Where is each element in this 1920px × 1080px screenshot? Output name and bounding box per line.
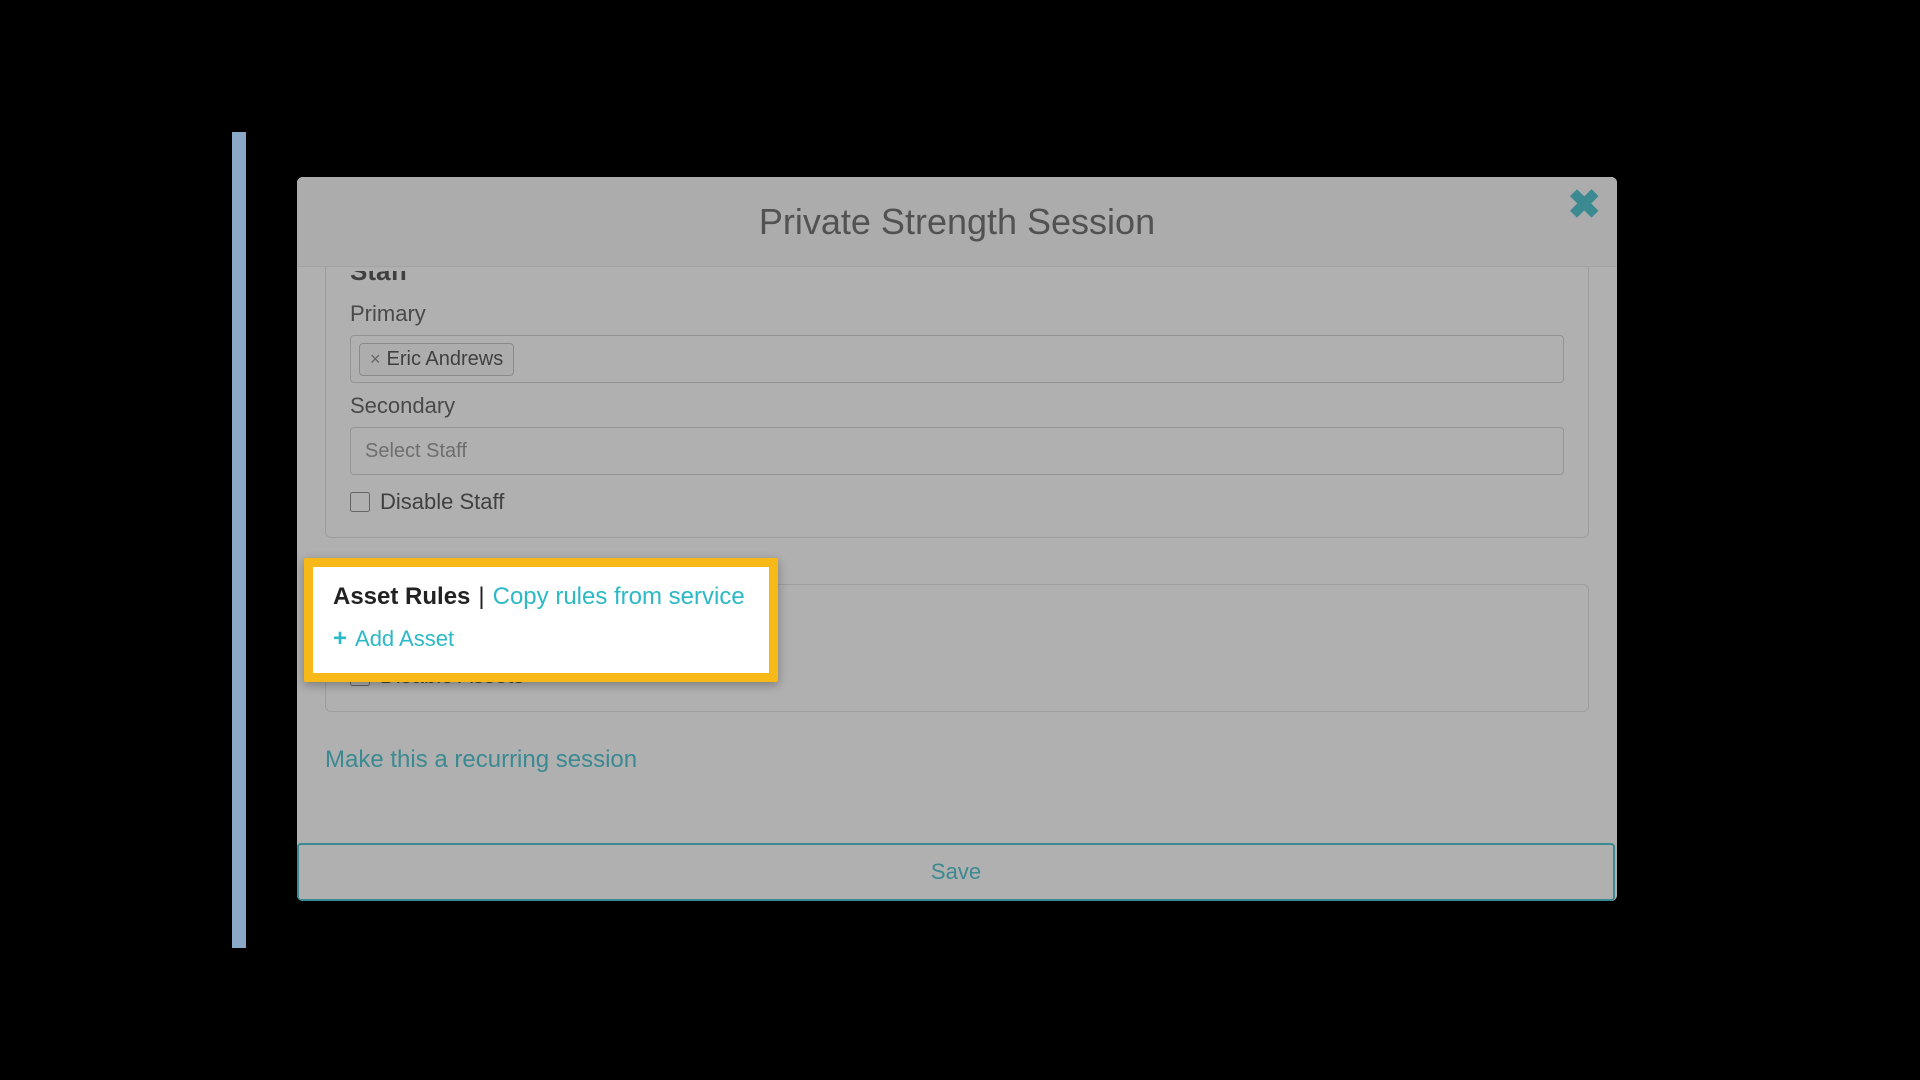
disable-staff-row[interactable]: Disable Staff	[350, 489, 1564, 515]
secondary-placeholder: Select Staff	[359, 440, 467, 463]
secondary-staff-input[interactable]: Select Staff	[350, 427, 1564, 475]
recurring-session-link[interactable]: Make this a recurring session	[325, 746, 637, 774]
modal-header: Private Strength Session ✖	[297, 177, 1617, 267]
staff-panel: Staff Primary × Eric Andrews Secondary S…	[325, 267, 1589, 538]
primary-label: Primary	[350, 301, 1564, 327]
highlight-add-label: Add Asset	[355, 626, 454, 652]
highlight-callout: Asset Rules | Copy rules from service + …	[304, 558, 778, 682]
secondary-label: Secondary	[350, 393, 1564, 419]
highlight-separator: |	[478, 583, 484, 611]
modal-title: Private Strength Session	[759, 201, 1155, 243]
staff-section-title: Staff	[350, 271, 1564, 291]
disable-staff-checkbox[interactable]	[350, 492, 370, 512]
session-modal: Private Strength Session ✖ Staff Primary…	[297, 177, 1617, 901]
primary-staff-tag[interactable]: × Eric Andrews	[359, 343, 514, 376]
plus-icon: +	[333, 625, 347, 653]
highlight-add-asset[interactable]: + Add Asset	[333, 625, 454, 653]
highlight-copy-link[interactable]: Copy rules from service	[493, 583, 745, 611]
highlight-title: Asset Rules	[333, 583, 470, 611]
save-button[interactable]: Save	[297, 843, 1615, 901]
primary-staff-name: Eric Andrews	[387, 348, 504, 371]
remove-tag-icon[interactable]: ×	[370, 349, 381, 370]
disable-staff-label: Disable Staff	[380, 489, 504, 515]
stage: Private Strength Session ✖ Staff Primary…	[232, 132, 1688, 948]
close-icon[interactable]: ✖	[1567, 185, 1601, 225]
primary-staff-input[interactable]: × Eric Andrews	[350, 335, 1564, 383]
